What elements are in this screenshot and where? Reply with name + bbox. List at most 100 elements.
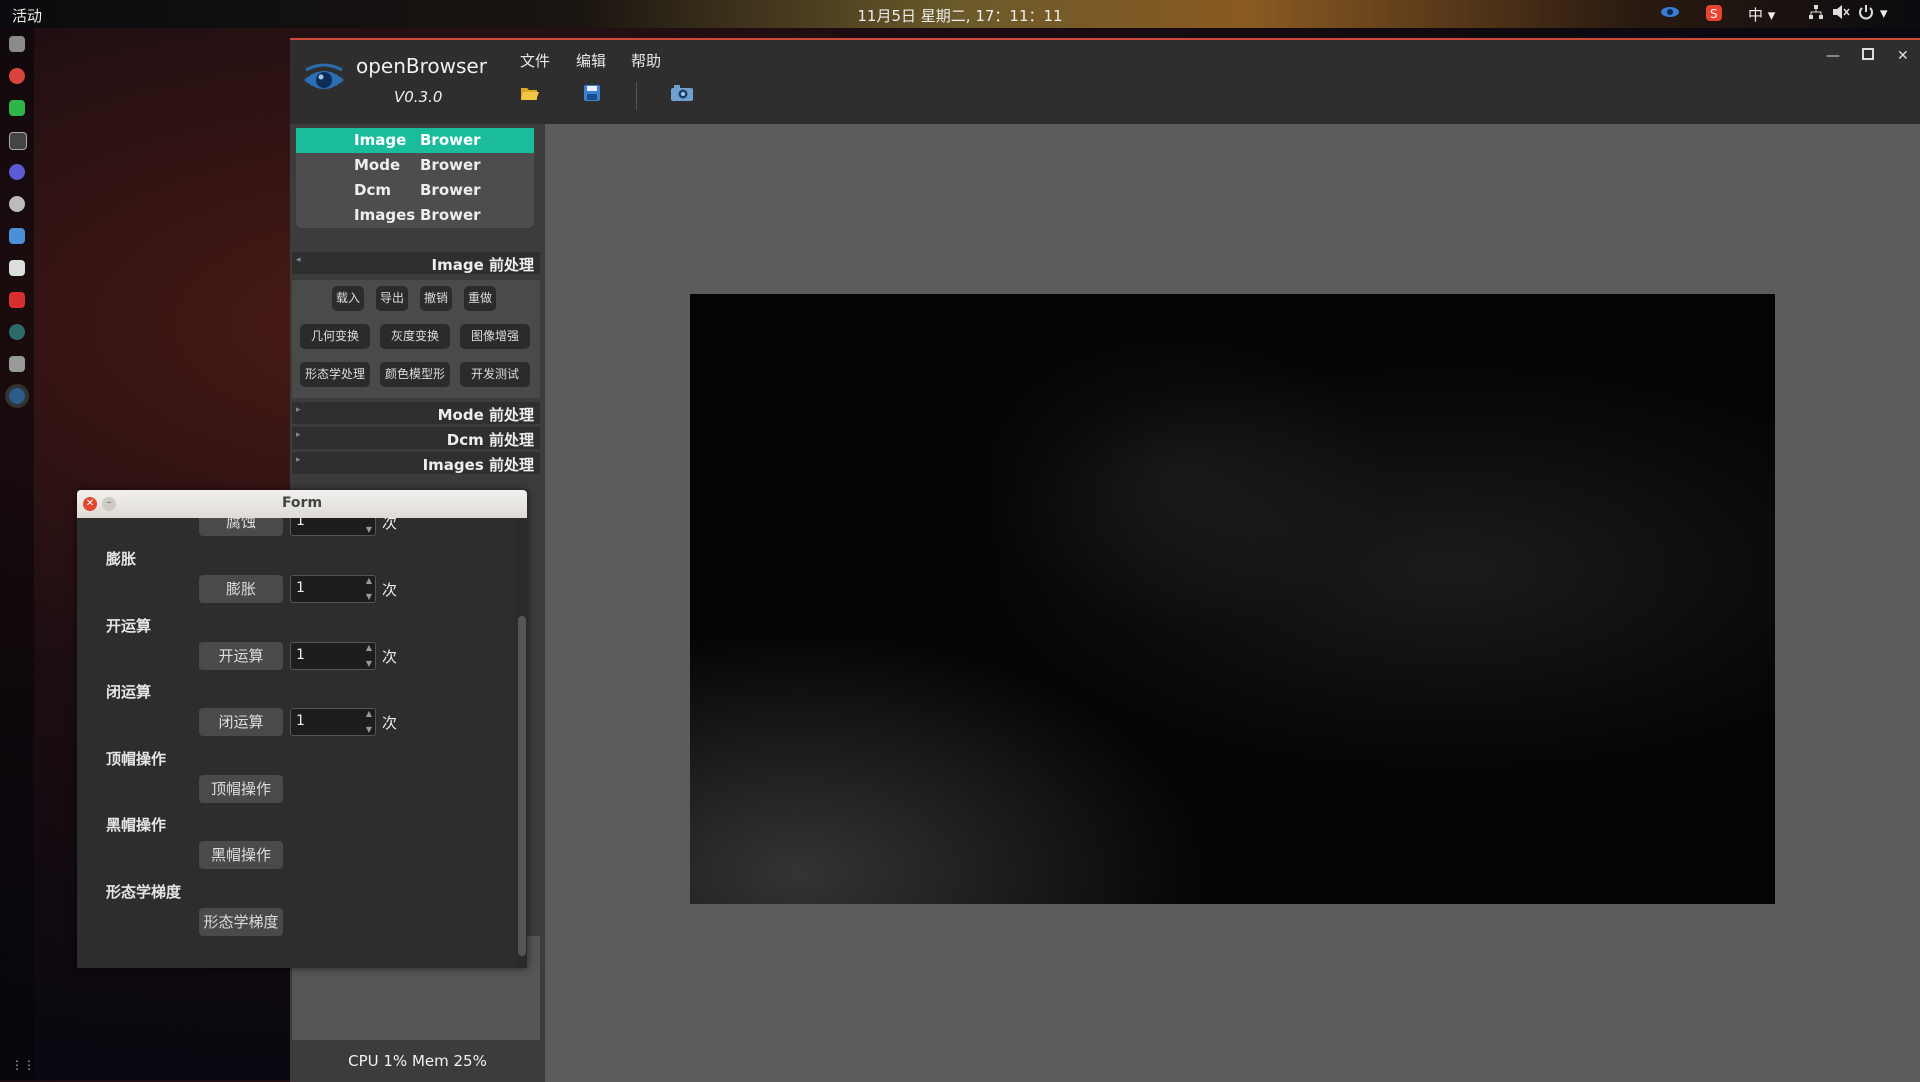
morphology-button[interactable]: 形态学处理 bbox=[300, 362, 370, 387]
network-icon[interactable] bbox=[1808, 4, 1824, 24]
expand-arrow-icon: ▸ bbox=[296, 430, 301, 440]
tophat-button[interactable]: 顶帽操作 bbox=[199, 775, 283, 803]
eye-tray-icon[interactable] bbox=[1660, 4, 1680, 24]
section-label: Image 前处理 bbox=[432, 254, 535, 275]
open-button[interactable]: 开运算 bbox=[199, 642, 283, 670]
chrome-icon[interactable] bbox=[9, 68, 25, 84]
open-label: 开运算 bbox=[106, 617, 152, 635]
openbrowser-dock-icon[interactable] bbox=[9, 388, 25, 404]
openbrowser-window: openBrowser V0.3.0 文件 编辑 帮助 — ✕ Image Br… bbox=[290, 38, 1920, 1082]
load-button[interactable]: 载入 bbox=[332, 286, 364, 311]
section-dcm-preprocess[interactable]: ▸ Dcm 前处理 bbox=[292, 427, 540, 449]
app-grid-icon[interactable]: ⋮⋮ bbox=[11, 1058, 35, 1072]
activities-button[interactable]: 活动 bbox=[12, 5, 42, 26]
browser-item-mode[interactable]: Mode Brower bbox=[296, 153, 534, 178]
form-scrollbar-thumb[interactable] bbox=[518, 616, 526, 956]
gradient-button[interactable]: 形态学梯度 bbox=[199, 908, 283, 936]
filezilla-icon[interactable] bbox=[9, 292, 25, 308]
input-method-label: 中 bbox=[1748, 6, 1764, 24]
close-op-button[interactable]: 闭运算 bbox=[199, 708, 283, 736]
section-suffix: 前处理 bbox=[488, 406, 534, 424]
wechat-icon[interactable] bbox=[9, 100, 25, 116]
export-button[interactable]: 导出 bbox=[376, 286, 408, 311]
spin-down-icon[interactable]: ▼ bbox=[366, 659, 372, 668]
morphology-form-dialog: ✕ – Form 腐蚀 1 ▼ 次 膨胀 膨胀 1 ▲ ▼ 次 开运算 开运算 … bbox=[77, 490, 527, 968]
collapse-arrow-icon: ◂ bbox=[296, 255, 301, 265]
spin-down-icon[interactable]: ▼ bbox=[366, 592, 372, 601]
color-model-button[interactable]: 颜色模型形 bbox=[380, 362, 450, 387]
erode-count-spinbox[interactable]: 1 ▼ bbox=[290, 518, 376, 536]
menu-edit[interactable]: 编辑 bbox=[576, 50, 606, 71]
section-name: Dcm bbox=[446, 431, 484, 449]
close-button[interactable]: ✕ bbox=[1897, 48, 1909, 64]
form-minimize-button[interactable]: – bbox=[102, 497, 116, 511]
gray-transform-button[interactable]: 灰度变换 bbox=[380, 324, 450, 349]
dilate-count-spinbox[interactable]: 1 ▲ ▼ bbox=[290, 575, 376, 603]
image-enhance-button[interactable]: 图像增强 bbox=[460, 324, 530, 349]
spin-up-icon[interactable]: ▲ bbox=[366, 643, 372, 652]
form-scrollbar[interactable] bbox=[517, 518, 527, 968]
minimize-button[interactable]: — bbox=[1826, 48, 1840, 64]
volume-muted-icon[interactable] bbox=[1832, 4, 1850, 24]
section-images-preprocess[interactable]: ▸ Images 前处理 bbox=[292, 452, 540, 474]
browser-item-name: Images bbox=[354, 206, 416, 224]
section-image-preprocess[interactable]: ◂ Image 前处理 bbox=[292, 252, 540, 274]
open-count-spinbox[interactable]: 1 ▲ ▼ bbox=[290, 642, 376, 670]
erode-button[interactable]: 腐蚀 bbox=[199, 518, 283, 536]
browser-icon[interactable] bbox=[9, 164, 25, 180]
spin-down-icon[interactable]: ▼ bbox=[366, 525, 372, 534]
section-name: Images bbox=[422, 456, 484, 474]
camera-icon[interactable] bbox=[670, 84, 694, 102]
spin-down-icon[interactable]: ▼ bbox=[366, 725, 372, 734]
close-count-spinbox[interactable]: 1 ▲ ▼ bbox=[290, 708, 376, 736]
spin-value: 1 bbox=[296, 647, 305, 663]
unit-label: 次 bbox=[382, 518, 398, 532]
app-name: openBrowser bbox=[356, 54, 487, 78]
menu-file[interactable]: 文件 bbox=[520, 50, 550, 71]
dilate-label: 膨胀 bbox=[106, 550, 137, 568]
camera-app-icon[interactable] bbox=[9, 356, 25, 372]
form-titlebar[interactable]: ✕ – Form bbox=[77, 490, 527, 518]
sync-icon[interactable] bbox=[9, 196, 25, 212]
dev-test-button[interactable]: 开发测试 bbox=[460, 362, 530, 387]
clock[interactable]: 11月5日 星期二, 17：11：11 bbox=[857, 7, 1062, 25]
dilate-button[interactable]: 膨胀 bbox=[199, 575, 283, 603]
browser-item-dcm[interactable]: Dcm Brower bbox=[296, 178, 534, 203]
spin-up-icon[interactable]: ▲ bbox=[366, 576, 372, 585]
geometric-transform-button[interactable]: 几何变换 bbox=[300, 324, 370, 349]
browser-item-images[interactable]: Images Brower bbox=[296, 203, 534, 228]
redo-button[interactable]: 重做 bbox=[464, 286, 496, 311]
unit-label: 次 bbox=[382, 648, 398, 666]
terminal-icon[interactable] bbox=[9, 132, 27, 150]
form-close-button[interactable]: ✕ bbox=[83, 497, 97, 511]
power-icon[interactable] bbox=[1858, 4, 1874, 24]
resource-status: CPU 1% Mem 25% bbox=[348, 1052, 487, 1070]
pen-icon[interactable] bbox=[9, 260, 25, 276]
section-suffix: 前处理 bbox=[488, 256, 534, 274]
browser-item-suffix: Brower bbox=[420, 131, 481, 149]
browser-item-image[interactable]: Image Brower bbox=[296, 128, 534, 153]
menu-help[interactable]: 帮助 bbox=[631, 50, 661, 71]
undo-button[interactable]: 撤销 bbox=[420, 286, 452, 311]
form-title: Form bbox=[281, 495, 323, 511]
section-mode-preprocess[interactable]: ▸ Mode 前处理 bbox=[292, 402, 540, 424]
sogou-tray-icon[interactable]: S bbox=[1705, 4, 1723, 26]
unit-label: 次 bbox=[382, 714, 398, 732]
image-canvas[interactable] bbox=[690, 294, 1775, 904]
blackhat-button[interactable]: 黑帽操作 bbox=[199, 841, 283, 869]
box-icon[interactable] bbox=[9, 228, 25, 244]
chevron-down-icon[interactable]: ▾ bbox=[1880, 4, 1888, 22]
browser-item-name: Dcm bbox=[354, 181, 391, 199]
maximize-button[interactable] bbox=[1862, 48, 1874, 64]
expand-arrow-icon: ▸ bbox=[296, 405, 301, 415]
gradient-label: 形态学梯度 bbox=[106, 883, 182, 901]
spin-up-icon[interactable]: ▲ bbox=[366, 709, 372, 718]
save-icon[interactable] bbox=[582, 84, 602, 102]
files-icon[interactable] bbox=[9, 36, 25, 52]
globe-icon[interactable] bbox=[9, 324, 25, 340]
expand-arrow-icon: ▸ bbox=[296, 455, 301, 465]
section-suffix: 前处理 bbox=[488, 456, 534, 474]
open-folder-icon[interactable] bbox=[520, 84, 540, 102]
input-method-indicator[interactable]: 中 ▾ bbox=[1748, 4, 1775, 25]
eye-logo-icon bbox=[304, 63, 344, 89]
